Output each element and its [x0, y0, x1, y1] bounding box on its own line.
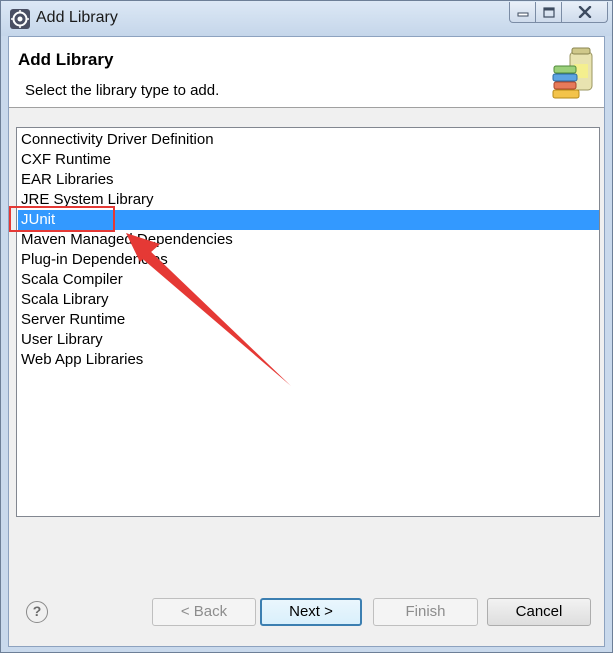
close-button[interactable] [562, 2, 608, 23]
minimize-icon [517, 12, 528, 17]
library-jars-icon [552, 47, 593, 99]
page-description: Select the library type to add. [25, 82, 220, 99]
list-item[interactable]: JRE System Library [18, 190, 599, 210]
list-item[interactable]: Scala Library [18, 290, 599, 310]
maximize-icon [542, 6, 555, 18]
list-item[interactable]: CXF Runtime [18, 150, 599, 170]
window-title: Add Library [36, 9, 118, 26]
next-button[interactable]: Next > [260, 598, 362, 626]
help-button[interactable]: ? [26, 601, 48, 623]
window-controls [509, 2, 608, 24]
list-item[interactable]: Connectivity Driver Definition [18, 130, 599, 150]
wizard-header: Add Library Select the library type to a… [9, 37, 604, 108]
add-library-dialog: Add Library Add Library Select the libra… [0, 0, 613, 653]
maximize-button[interactable] [536, 2, 562, 23]
cancel-button[interactable]: Cancel [487, 598, 591, 626]
finish-button[interactable]: Finish [373, 598, 478, 626]
eclipse-icon [10, 9, 30, 29]
close-icon [578, 6, 591, 18]
list-item[interactable]: Scala Compiler [18, 270, 599, 290]
list-item[interactable]: User Library [18, 330, 599, 350]
title-bar[interactable]: Add Library [1, 1, 612, 36]
list-item[interactable]: Maven Managed Dependencies [18, 230, 599, 250]
list-item-selected[interactable]: JUnit [18, 210, 599, 230]
library-type-list[interactable]: Connectivity Driver Definition CXF Runti… [16, 127, 600, 517]
help-icon: ? [32, 603, 42, 619]
minimize-button[interactable] [509, 2, 536, 23]
page-title: Add Library [18, 50, 114, 69]
dialog-client-area: Add Library Select the library type to a… [8, 36, 605, 647]
back-button[interactable]: < Back [152, 598, 256, 626]
list-item[interactable]: Plug-in Dependencies [18, 250, 599, 270]
list-item[interactable]: Server Runtime [18, 310, 599, 330]
list-item[interactable]: EAR Libraries [18, 170, 599, 190]
list-item[interactable]: Web App Libraries [18, 350, 599, 370]
